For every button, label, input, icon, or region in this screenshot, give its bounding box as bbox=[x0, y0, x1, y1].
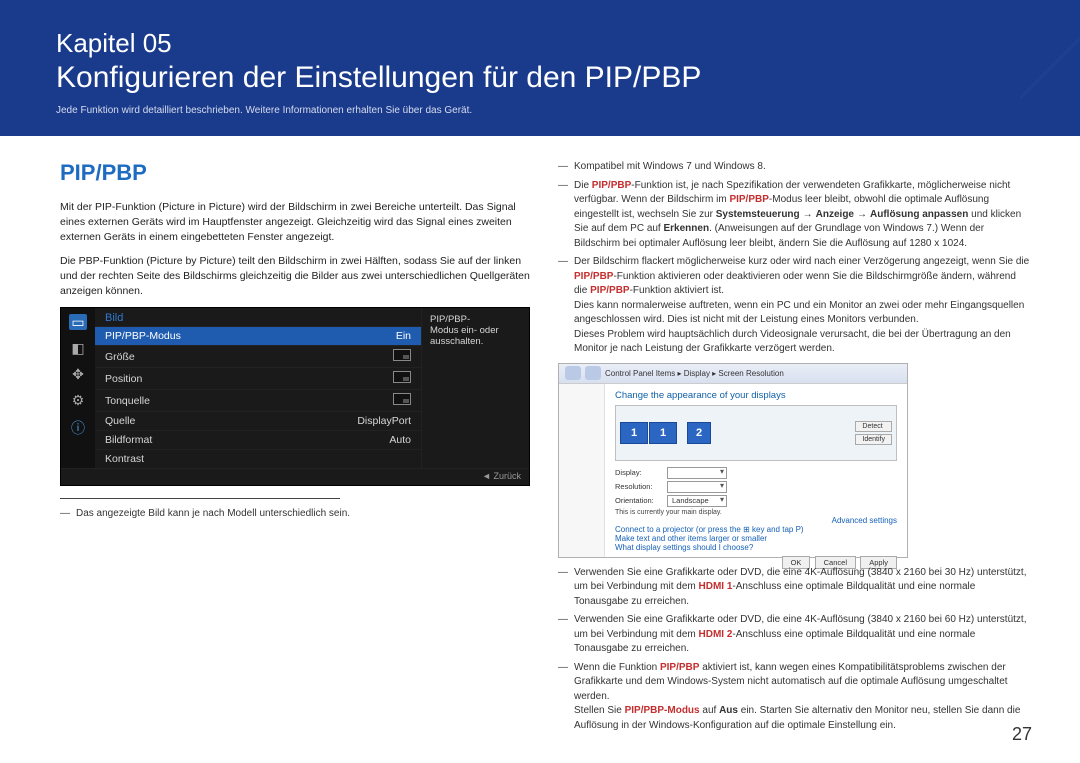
nav-forward-icon bbox=[585, 366, 601, 380]
dash-icon: ― bbox=[558, 255, 568, 357]
osd-row-value: DisplayPort bbox=[357, 415, 411, 427]
osd-menu-row: Tonquelle bbox=[95, 389, 421, 411]
chapter-title: Konfigurieren der Einstellungen für den … bbox=[56, 61, 1024, 95]
text-size-link: Make text and other items larger or smal… bbox=[615, 534, 767, 543]
right-column: ― Kompatibel mit Windows 7 und Windows 8… bbox=[558, 160, 1032, 737]
nav-back-icon bbox=[565, 366, 581, 380]
chapter-subtitle: Jede Funktion wird detailliert beschrieb… bbox=[56, 105, 1024, 116]
osd-sidebar: ▭ ◧ ✥ ⚙ ⓘ bbox=[61, 308, 95, 468]
osd-row-value: Auto bbox=[389, 434, 411, 446]
footnote-divider bbox=[60, 498, 340, 499]
chapter-label: Kapitel 05 bbox=[56, 28, 1024, 59]
window-titlebar: Control Panel Items ▸ Display ▸ Screen R… bbox=[559, 364, 907, 384]
osd-row-value bbox=[393, 349, 411, 364]
note-text: Die PIP/PBP-Funktion ist, je nach Spezif… bbox=[574, 179, 1032, 252]
window-content: Change the appearance of your displays 1… bbox=[605, 384, 907, 557]
info-icon: ⓘ bbox=[69, 418, 87, 434]
intro-paragraph-2: Die PBP-Funktion (Picture by Picture) te… bbox=[60, 254, 530, 300]
dash-icon: ― bbox=[558, 160, 568, 175]
osd-footer: ◄ Zurück bbox=[61, 468, 529, 485]
osd-row-label: PIP/PBP-Modus bbox=[105, 330, 181, 342]
detect-button: Detect bbox=[855, 421, 892, 432]
osd-row-value bbox=[393, 393, 411, 408]
osd-menu-row: Bildformat Auto bbox=[95, 430, 421, 449]
osd-back-label: Zurück bbox=[493, 471, 521, 481]
move-icon: ✥ bbox=[69, 366, 87, 382]
dash-icon: ― bbox=[558, 661, 568, 734]
display-select bbox=[667, 467, 727, 479]
intro-paragraph-1: Mit der PIP-Funktion (Picture in Picture… bbox=[60, 200, 530, 246]
osd-desc-line: Modus ein- oder bbox=[430, 325, 521, 336]
osd-menu-row: PIP/PBP-Modus Ein bbox=[95, 326, 421, 345]
back-arrow-icon: ◄ bbox=[482, 471, 491, 481]
pip-layout-icon bbox=[393, 349, 411, 361]
monitor-1-tile: 1 bbox=[620, 422, 648, 444]
osd-row-label: Tonquelle bbox=[105, 395, 150, 407]
footnote-text: Das angezeigte Bild kann je nach Modell … bbox=[76, 507, 350, 522]
note-flicker: ― Der Bildschirm flackert möglicherweise… bbox=[558, 255, 1032, 357]
identify-button: Identify bbox=[855, 434, 892, 445]
osd-menu-row: Kontrast bbox=[95, 449, 421, 468]
resolution-label: Resolution: bbox=[615, 482, 661, 491]
page-number: 27 bbox=[1012, 724, 1032, 745]
osd-row-value: Ein bbox=[396, 330, 411, 342]
dash-icon: ― bbox=[558, 566, 568, 610]
dash-icon: ― bbox=[60, 507, 70, 522]
osd-menu-row: Quelle DisplayPort bbox=[95, 411, 421, 430]
note-text: Wenn die Funktion PIP/PBP aktiviert ist,… bbox=[574, 661, 1032, 734]
osd-row-label: Bildformat bbox=[105, 434, 152, 446]
note-text: Der Bildschirm flackert möglicherweise k… bbox=[574, 255, 1032, 357]
main-display-note: This is currently your main display. bbox=[615, 509, 897, 516]
window-heading: Change the appearance of your displays bbox=[615, 390, 897, 401]
left-column: PIP/PBP Mit der PIP-Funktion (Picture in… bbox=[60, 160, 530, 737]
display-label: Display: bbox=[615, 468, 661, 477]
note-compatibility: ― Kompatibel mit Windows 7 und Windows 8… bbox=[558, 160, 1032, 175]
adjust-icon: ◧ bbox=[69, 340, 87, 356]
monitor-group: 1 1 bbox=[620, 422, 677, 444]
window-sidebar bbox=[559, 384, 605, 557]
osd-menu: Bild PIP/PBP-Modus Ein Größe Position Tonque… bbox=[95, 308, 421, 468]
osd-description-panel: PIP/PBP- Modus ein- oder ausschalten. bbox=[421, 308, 529, 468]
osd-screenshot: ▭ ◧ ✥ ⚙ ⓘ Bild PIP/PBP-Modus Ein Größe Posi… bbox=[60, 307, 530, 486]
osd-row-label: Quelle bbox=[105, 415, 135, 427]
osd-row-label: Größe bbox=[105, 351, 135, 363]
resolution-select bbox=[667, 481, 727, 493]
note-availability: ― Die PIP/PBP-Funktion ist, je nach Spez… bbox=[558, 179, 1032, 252]
model-footnote: ― Das angezeigte Bild kann je nach Model… bbox=[60, 507, 530, 522]
osd-desc-line: PIP/PBP- bbox=[430, 314, 521, 325]
note-hdmi2: ― Verwenden Sie eine Grafikkarte oder DV… bbox=[558, 613, 1032, 657]
osd-row-value bbox=[393, 371, 411, 386]
osd-row-label: Position bbox=[105, 373, 142, 385]
advanced-settings-link: Advanced settings bbox=[832, 516, 897, 525]
dash-icon: ― bbox=[558, 613, 568, 657]
projector-link: Connect to a projector (or press the ⊞ k… bbox=[615, 525, 804, 534]
monitor-1b-tile: 1 bbox=[649, 422, 677, 444]
breadcrumb-path: Control Panel Items ▸ Display ▸ Screen R… bbox=[605, 369, 784, 378]
osd-menu-row: Größe bbox=[95, 345, 421, 367]
settings-icon: ⚙ bbox=[69, 392, 87, 408]
note-text: Verwenden Sie eine Grafikkarte oder DVD,… bbox=[574, 566, 1032, 610]
osd-desc-line: ausschalten. bbox=[430, 336, 521, 347]
note-hdmi1: ― Verwenden Sie eine Grafikkarte oder DV… bbox=[558, 566, 1032, 610]
windows-display-settings-screenshot: Control Panel Items ▸ Display ▸ Screen R… bbox=[558, 363, 908, 558]
orientation-select: Landscape bbox=[667, 495, 727, 507]
note-text: Verwenden Sie eine Grafikkarte oder DVD,… bbox=[574, 613, 1032, 657]
note-text: Kompatibel mit Windows 7 und Windows 8. bbox=[574, 160, 766, 175]
note-windows-compat: ― Wenn die Funktion PIP/PBP aktiviert is… bbox=[558, 661, 1032, 734]
orientation-label: Orientation: bbox=[615, 496, 661, 505]
section-title: PIP/PBP bbox=[60, 160, 530, 186]
monitor-arrangement-area: 1 1 2 Detect Identify bbox=[615, 405, 897, 461]
chapter-header: Kapitel 05 Konfigurieren der Einstellung… bbox=[0, 0, 1080, 136]
pip-layout-icon bbox=[393, 371, 411, 383]
monitor-icon: ▭ bbox=[69, 314, 87, 330]
monitor-2-tile: 2 bbox=[687, 422, 711, 444]
osd-row-label: Kontrast bbox=[105, 453, 144, 465]
dash-icon: ― bbox=[558, 179, 568, 252]
help-link: What display settings should I choose? bbox=[615, 543, 753, 552]
osd-menu-row: Position bbox=[95, 367, 421, 389]
pip-layout-icon bbox=[393, 393, 411, 405]
osd-menu-title: Bild bbox=[95, 308, 421, 326]
